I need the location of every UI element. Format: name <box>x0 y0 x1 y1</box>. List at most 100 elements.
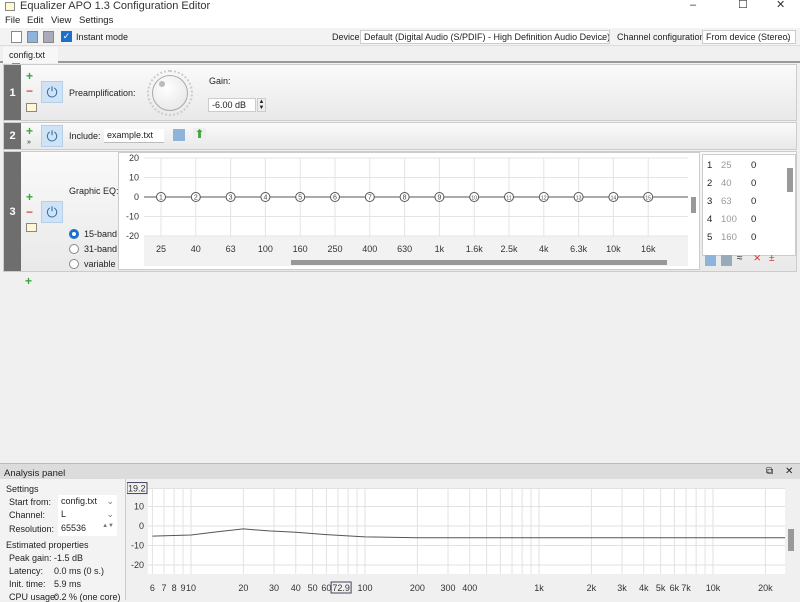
reset-icon[interactable]: ⨯ <box>753 253 761 264</box>
band-index: 1 <box>707 160 713 171</box>
title-bar: Equalizer APO 1.3 Configuration Editor –… <box>0 0 800 13</box>
x-tick-label: 63 <box>226 244 236 254</box>
band-frequency: 160 <box>721 232 737 243</box>
radio-variable[interactable] <box>69 259 79 269</box>
radio-31-band[interactable] <box>69 244 79 254</box>
open-folder-icon[interactable] <box>27 31 38 43</box>
channel-value: L <box>61 509 67 519</box>
edit-icon[interactable] <box>26 103 37 112</box>
x-tick-label: 100 <box>357 583 372 593</box>
band-frequency: 40 <box>721 178 732 189</box>
peak-gain-value: -1.5 dB <box>54 553 84 563</box>
new-file-icon[interactable] <box>11 31 22 43</box>
band-number: 5 <box>298 195 302 202</box>
eq-band-table: 1 25 0 2 40 0 3 63 0 4 100 0 5 160 0 <box>702 154 796 256</box>
eq-svg[interactable]: 20100-10-2025 40 63 100 160 250 400 630 1k 1.6k 2.… <box>119 153 701 271</box>
export-icon[interactable] <box>721 255 732 266</box>
device-dropdown[interactable]: Default (Digital Audio (S/PDIF) - High D… <box>360 30 610 44</box>
close-panel-icon[interactable]: ✕ <box>785 466 793 477</box>
init-time-value: 5.9 ms <box>54 579 82 589</box>
band-gain: 0 <box>751 232 757 243</box>
instant-mode-checkbox[interactable]: ✓ <box>61 31 72 42</box>
x-tick-label: 40 <box>291 583 301 593</box>
vertical-scrollbar[interactable] <box>691 197 696 213</box>
graphic-eq-chart[interactable]: 20 10 0 -10 -20 25 40 63 100 160 250 400 630 1k 1.6k 2.… <box>118 152 700 270</box>
channel-dropdown[interactable]: L ⌄ <box>58 508 117 522</box>
table-row[interactable]: 4 100 0 <box>703 211 785 228</box>
x-tick-label: 160 <box>293 244 308 254</box>
go-up-icon[interactable]: ⬆ <box>193 128 206 141</box>
expand-icon[interactable]: » <box>27 139 31 146</box>
spin-arrows-icon[interactable]: ▲▼ <box>257 98 266 112</box>
invert-icon[interactable]: ≈ <box>737 253 743 264</box>
x-tick-label: 20 <box>238 583 248 593</box>
power-toggle-icon[interactable]: ⏻ <box>41 201 63 223</box>
remove-icon[interactable]: − <box>26 84 33 98</box>
close-button[interactable]: ✕ <box>776 0 785 11</box>
x-tick-label: 5k <box>656 583 666 593</box>
maximize-button[interactable]: ☐ <box>738 0 748 11</box>
init-time-label: Init. time: <box>9 579 46 589</box>
add-icon[interactable]: + <box>26 124 33 138</box>
import-icon[interactable] <box>705 255 716 266</box>
menu-settings[interactable]: Settings <box>79 15 113 26</box>
tab-label: config.txt <box>9 50 46 60</box>
band-gain: 0 <box>751 178 757 189</box>
spin-arrows-icon[interactable]: ▲▼ <box>102 523 114 529</box>
latency-value: 0.0 ms (0 s.) <box>54 566 105 576</box>
horizontal-scrollbar[interactable] <box>291 260 667 265</box>
latency-label: Latency: <box>9 566 44 576</box>
add-filter-icon[interactable]: + <box>25 274 32 288</box>
x-tick-label: 100 <box>258 244 273 254</box>
start-from-dropdown[interactable]: config.txt ⌄ <box>58 495 117 509</box>
table-row[interactable]: 2 40 0 <box>703 175 785 192</box>
vertical-scrollbar[interactable] <box>788 529 794 551</box>
band-number: 2 <box>194 195 198 202</box>
normalize-icon[interactable]: ± <box>769 253 775 264</box>
analysis-svg[interactable]: 19.2100-10-206 7 8 9 10 20 30 40 50 60 72.9 100 200 3… <box>126 481 800 600</box>
channel-config-label: Channel configuration: <box>617 32 708 42</box>
open-folder-icon[interactable] <box>173 129 185 141</box>
table-row[interactable]: 5 160 0 <box>703 229 785 246</box>
minimize-button[interactable]: – <box>690 0 696 11</box>
menu-view[interactable]: View <box>51 15 71 26</box>
menu-edit[interactable]: Edit <box>27 15 43 26</box>
x-tick-label: 9 <box>181 583 186 593</box>
radio-31-band-label: 31-band <box>84 244 118 254</box>
add-icon[interactable]: + <box>26 69 33 83</box>
add-icon[interactable]: + <box>26 190 33 204</box>
channel-config-dropdown[interactable]: From device (Stereo) ⌄ <box>702 30 796 44</box>
x-tick-label: 1k <box>435 244 445 254</box>
resolution-value: 65536 <box>61 523 87 533</box>
save-icon[interactable] <box>43 31 54 43</box>
app-icon <box>5 2 15 11</box>
edit-icon[interactable] <box>26 223 37 232</box>
resolution-spinbox[interactable]: 65536 ▲▼ <box>58 522 117 536</box>
analysis-chart[interactable]: 19.2 10 0 -10 -20 6 7 8 9 10 20 30 40 50 60 72.9 100 200 3… <box>126 481 800 600</box>
tab-bar <box>0 46 800 63</box>
band-number: 13 <box>576 196 582 202</box>
radio-15-band-label: 15-band <box>84 229 118 239</box>
tab-config[interactable]: config.txt× <box>3 47 58 71</box>
table-row[interactable]: 3 63 0 <box>703 193 785 210</box>
gain-spinbox[interactable]: -6.00 dB <box>208 98 256 112</box>
menu-file[interactable]: File <box>5 15 20 26</box>
table-scrollbar[interactable] <box>787 168 793 192</box>
power-toggle-icon[interactable]: ⏻ <box>41 125 63 147</box>
preamp-label: Preamplification: <box>69 88 136 98</box>
x-tick-label: 6k <box>670 583 680 593</box>
graphic-eq-label: Graphic EQ: <box>69 186 119 196</box>
gain-knob[interactable] <box>147 70 193 116</box>
y-tick-label: -10 <box>131 541 144 551</box>
power-toggle-icon[interactable]: ⏻ <box>41 81 63 103</box>
remove-icon[interactable]: − <box>26 205 33 219</box>
radio-15-band[interactable] <box>69 229 79 239</box>
x-tick-label: 6.3k <box>570 244 588 254</box>
include-file-input[interactable]: example.txt <box>104 129 164 143</box>
undock-icon[interactable]: ⧉ <box>766 466 773 477</box>
x-tick-label: 400 <box>462 583 477 593</box>
band-index: 2 <box>707 178 713 189</box>
start-from-value: config.txt <box>61 496 98 506</box>
table-row[interactable]: 1 25 0 <box>703 157 785 174</box>
band-number: 10 <box>471 196 477 202</box>
